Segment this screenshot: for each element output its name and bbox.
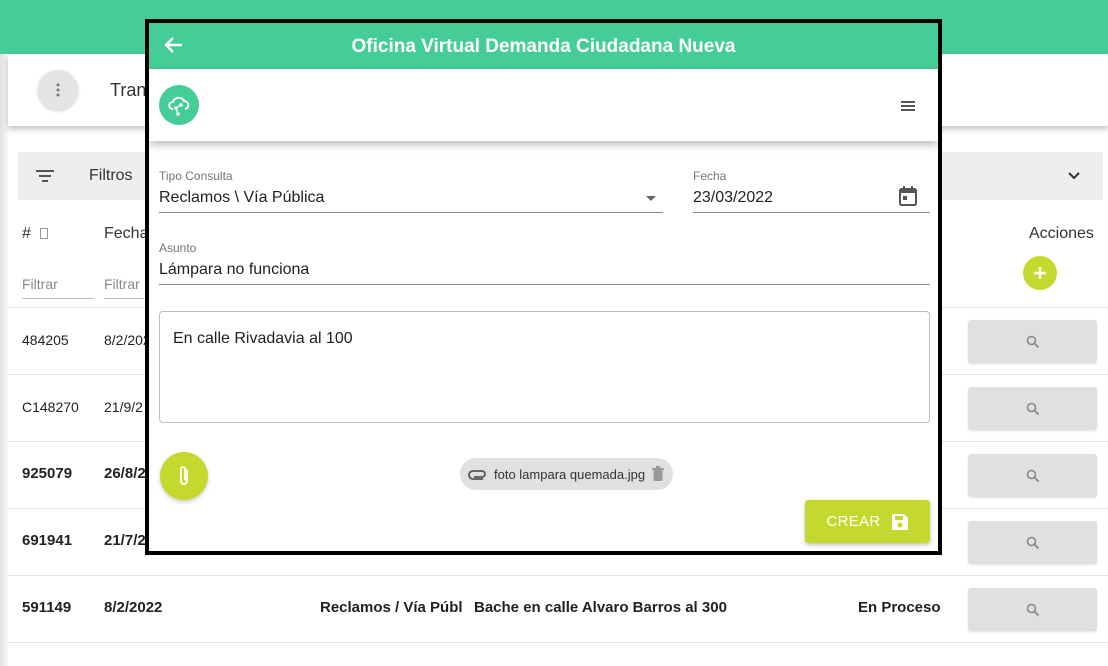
delete-icon[interactable] (651, 466, 665, 482)
view-button[interactable] (968, 454, 1097, 497)
filter-list-icon[interactable] (36, 170, 54, 182)
view-button[interactable] (968, 588, 1097, 631)
view-button[interactable] (968, 387, 1097, 430)
dialog-header (149, 69, 938, 141)
dropdown-arrow-icon (646, 196, 656, 201)
attach-file-button[interactable] (160, 452, 208, 500)
calendar-icon[interactable] (898, 185, 918, 207)
tipo-consulta-select[interactable]: Reclamos \ Vía Pública (159, 184, 663, 213)
column-header-date[interactable]: Fecha (104, 225, 148, 243)
more-options-button[interactable] (38, 70, 78, 110)
fecha-label: Fecha (693, 169, 727, 183)
save-icon (891, 513, 908, 530)
new-request-dialog: Oficina Virtual Demanda Ciudadana Nueva … (145, 19, 942, 555)
asunto-label: Asunto (159, 241, 197, 255)
more-vert-icon (56, 83, 60, 97)
table-row[interactable]: 591149 8/2/2022 Reclamos / Vía Públ Bach… (8, 575, 1108, 643)
paperclip-icon (180, 466, 188, 485)
chevron-down-icon[interactable] (1066, 168, 1082, 184)
search-icon (1026, 536, 1039, 549)
description-textarea[interactable]: En calle Rivadavia al 100 (159, 311, 930, 423)
filter-input-date[interactable]: Filtrar (104, 276, 144, 299)
add-button[interactable] (1023, 256, 1057, 290)
search-icon (1026, 335, 1039, 348)
app-header-title: Tran (110, 80, 147, 100)
menu-icon[interactable] (901, 101, 915, 111)
search-icon (1026, 469, 1039, 482)
dialog-title: Oficina Virtual Demanda Ciudadana Nueva (351, 36, 736, 57)
search-icon (1026, 603, 1039, 616)
column-header-actions: Acciones (1029, 225, 1094, 242)
column-header-id[interactable]: # (22, 225, 49, 243)
side-shadow (0, 54, 8, 666)
view-button[interactable] (968, 320, 1097, 363)
attachment-icon (468, 470, 486, 480)
search-icon (1026, 402, 1039, 415)
sort-icon (40, 228, 49, 239)
crear-button[interactable]: CREAR (805, 500, 930, 543)
plus-icon (1034, 267, 1046, 279)
dialog-toolbar: Oficina Virtual Demanda Ciudadana Nueva (149, 23, 938, 69)
tipo-consulta-label: Tipo Consulta (159, 169, 233, 183)
view-button[interactable] (968, 521, 1097, 564)
fecha-input[interactable]: 23/03/2022 (693, 184, 930, 213)
attachment-chip: foto lampara quemada.jpg (460, 458, 674, 490)
filters-label: Filtros (89, 167, 133, 184)
asunto-input[interactable]: Lámpara no funciona (159, 256, 930, 285)
filter-input-id[interactable]: Filtrar (22, 276, 94, 299)
cloud-logo-icon (168, 96, 190, 116)
app-logo (159, 85, 199, 125)
attachment-filename: foto lampara quemada.jpg (494, 466, 646, 482)
